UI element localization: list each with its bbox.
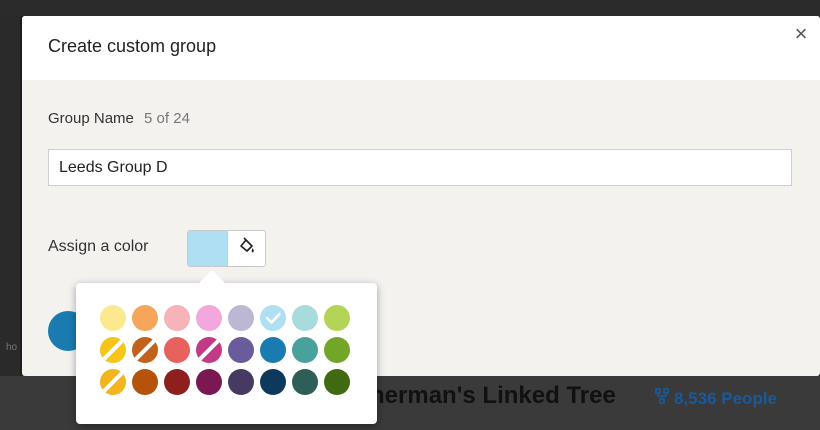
pattern-stripe — [132, 337, 158, 363]
pattern-stripe — [196, 337, 222, 363]
color-swatch-option[interactable] — [100, 337, 126, 363]
color-swatch-option[interactable] — [292, 305, 318, 331]
color-swatch-option[interactable] — [196, 305, 222, 331]
color-swatch-option[interactable] — [292, 337, 318, 363]
group-name-input[interactable] — [48, 149, 792, 186]
color-swatch-option[interactable] — [324, 337, 350, 363]
tree-title: herman's Linked Tree — [370, 382, 616, 409]
color-swatch-option[interactable] — [260, 337, 286, 363]
tree-icon — [655, 388, 669, 409]
color-swatch-option[interactable] — [164, 337, 190, 363]
color-swatch-option[interactable] — [196, 369, 222, 395]
group-name-char-count: 5 of 24 — [144, 110, 190, 127]
color-swatch-option[interactable] — [100, 369, 126, 395]
color-swatch-option[interactable] — [324, 305, 350, 331]
dialog-title: Create custom group — [48, 36, 217, 56]
color-picker-control[interactable] — [187, 230, 266, 267]
group-name-label: Group Name — [48, 110, 134, 127]
color-swatch-option[interactable] — [260, 369, 286, 395]
color-swatch-option[interactable] — [228, 369, 254, 395]
background-side-text: ho — [6, 342, 18, 353]
color-swatch-option[interactable] — [228, 305, 254, 331]
color-swatch-option[interactable] — [260, 305, 286, 331]
people-count-label: 8,536 People — [674, 389, 778, 408]
popover-arrow — [198, 270, 226, 284]
color-swatch-option[interactable] — [164, 369, 190, 395]
color-swatch-option[interactable] — [100, 305, 126, 331]
group-name-label-row: Group Name 5 of 24 — [48, 110, 190, 127]
people-count[interactable]: 8,536 People — [655, 388, 777, 409]
background-strip — [0, 0, 820, 16]
pattern-stripe — [100, 337, 126, 363]
close-button[interactable]: × — [788, 22, 814, 48]
selected-color-swatch[interactable] — [188, 231, 227, 266]
color-palette-popover — [76, 283, 377, 424]
close-icon: × — [794, 21, 808, 46]
dialog-header: Create custom group × — [22, 16, 820, 80]
checkmark-icon — [265, 312, 281, 324]
color-swatch-option[interactable] — [132, 305, 158, 331]
color-swatch-option[interactable] — [132, 337, 158, 363]
color-swatch-option[interactable] — [164, 305, 190, 331]
color-swatch-option[interactable] — [228, 337, 254, 363]
color-swatch-option[interactable] — [196, 337, 222, 363]
color-swatch-option[interactable] — [292, 369, 318, 395]
assign-color-label: Assign a color — [48, 238, 149, 255]
pattern-stripe — [100, 369, 126, 395]
color-swatch-option[interactable] — [324, 369, 350, 395]
color-picker-button[interactable] — [227, 231, 265, 266]
paint-bucket-icon — [238, 237, 256, 260]
background-left — [0, 16, 20, 430]
color-swatch-option[interactable] — [132, 369, 158, 395]
